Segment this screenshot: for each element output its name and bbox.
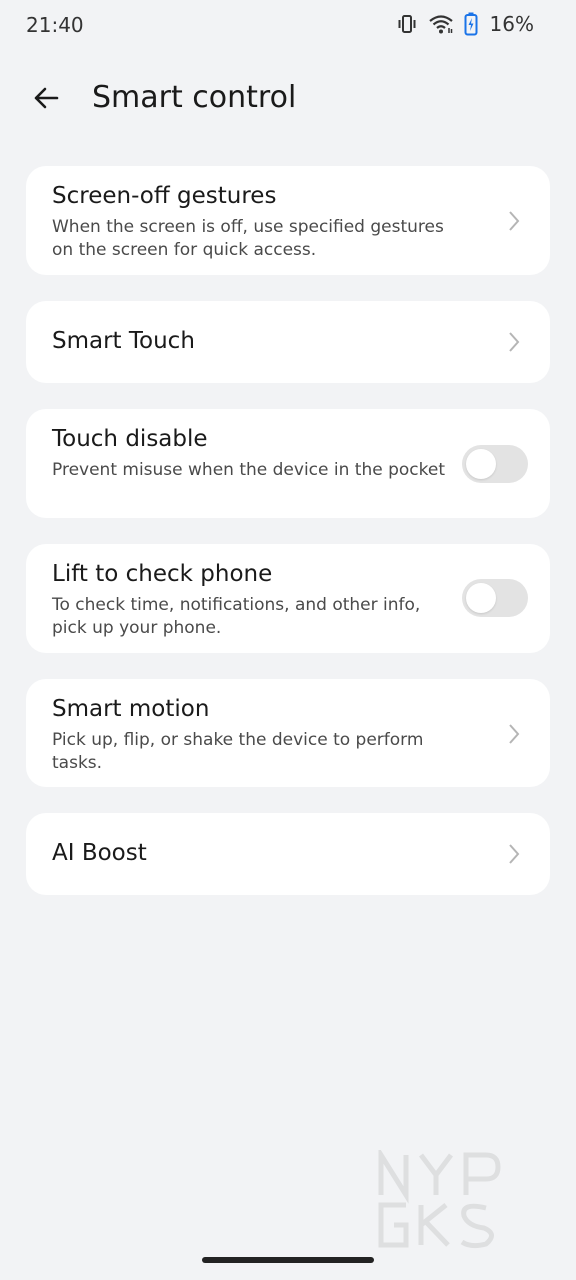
watermark-logo: [376, 1146, 566, 1250]
item-title: AI Boost: [52, 840, 147, 866]
item-subtitle: Pick up, flip, or shake the device to pe…: [52, 730, 424, 773]
lift-to-check-phone-toggle[interactable]: [462, 579, 528, 617]
toggle-knob: [466, 449, 496, 479]
status-bar: 21:40 16%: [0, 0, 576, 52]
ai-boost-item[interactable]: AI Boost: [26, 813, 550, 895]
wifi-icon: [428, 13, 454, 35]
item-title: Lift to check phone: [52, 561, 273, 587]
battery-percent: 16%: [489, 12, 534, 36]
screen-off-gestures-item[interactable]: Screen-off gestures When the screen is o…: [26, 166, 550, 275]
smart-motion-item[interactable]: Smart motion Pick up, flip, or shake the…: [26, 679, 550, 787]
item-subtitle: Prevent misuse when the device in the po…: [52, 460, 445, 480]
smart-touch-item[interactable]: Smart Touch: [26, 301, 550, 383]
chevron-right-icon: [506, 209, 522, 233]
chevron-right-icon: [506, 722, 522, 746]
arrow-left-icon: [32, 84, 60, 112]
page-title: Smart control: [92, 80, 297, 115]
touch-disable-item: Touch disable Prevent misuse when the de…: [26, 409, 550, 518]
lift-to-check-phone-item: Lift to check phone To check time, notif…: [26, 544, 550, 653]
vibrate-icon: [396, 13, 418, 35]
chevron-right-icon: [506, 842, 522, 866]
toggle-knob: [466, 583, 496, 613]
item-subtitle: When the screen is off, use specified ge…: [52, 217, 444, 260]
status-time: 21:40: [26, 13, 84, 37]
item-title: Smart motion: [52, 696, 210, 722]
item-title: Touch disable: [52, 426, 208, 452]
home-indicator[interactable]: [202, 1257, 374, 1263]
back-button[interactable]: [24, 76, 68, 120]
touch-disable-toggle[interactable]: [462, 445, 528, 483]
item-title: Smart Touch: [52, 328, 195, 354]
item-subtitle: To check time, notifications, and other …: [52, 595, 421, 638]
status-icons: 16%: [396, 12, 534, 36]
battery-charging-icon: [464, 12, 478, 36]
item-title: Screen-off gestures: [52, 183, 277, 209]
header: Smart control: [0, 70, 576, 126]
chevron-right-icon: [506, 330, 522, 354]
